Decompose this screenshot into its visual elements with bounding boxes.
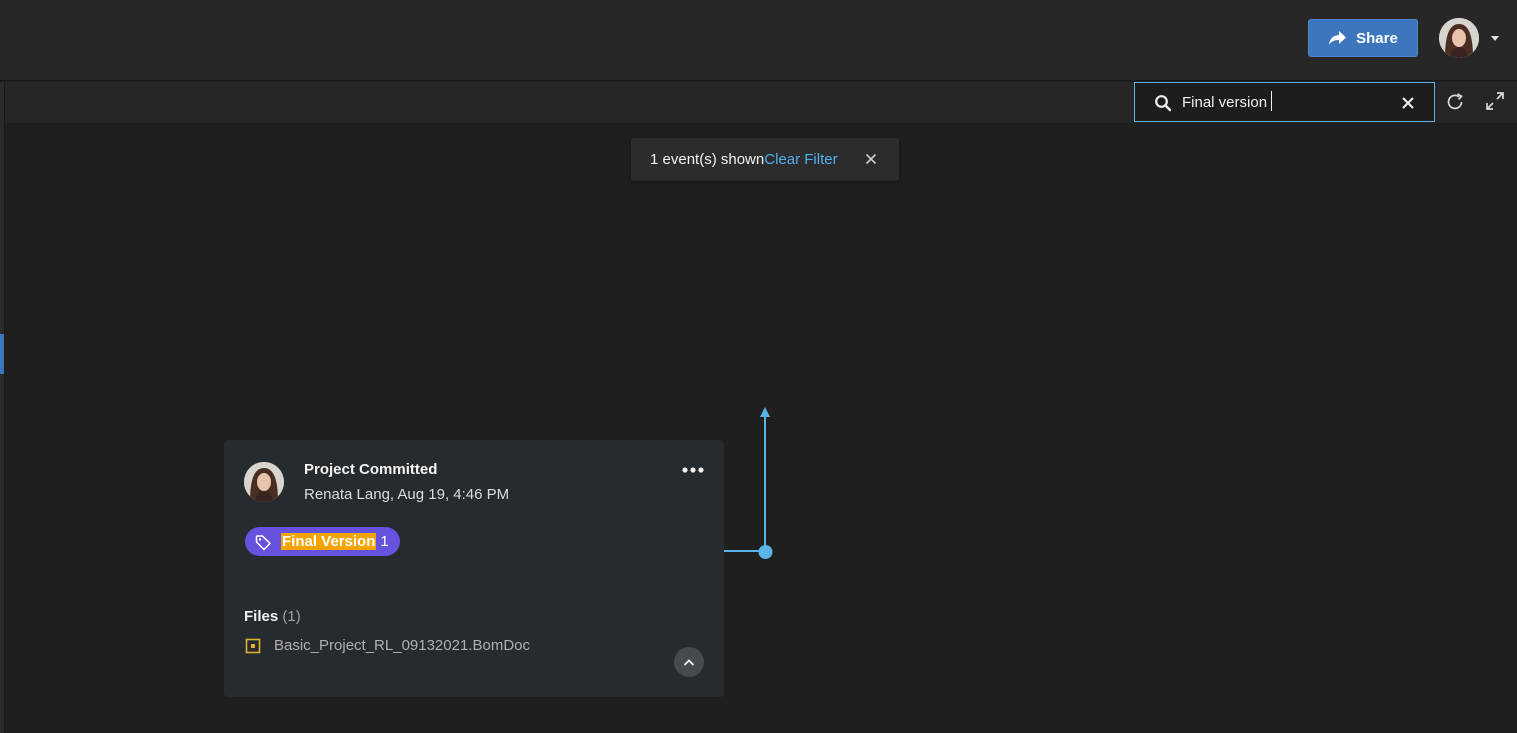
event-count-text: 1 event(s) shown	[650, 151, 765, 168]
filter-toast: 1 event(s) shown Clear Filter	[631, 138, 899, 181]
search-field[interactable]	[1134, 82, 1435, 122]
share-button[interactable]: Share	[1308, 19, 1418, 57]
file-name: Basic_Project_RL_09132021.BomDoc	[274, 637, 530, 654]
clear-filter-link[interactable]: Clear Filter	[764, 151, 837, 168]
file-item[interactable]: Basic_Project_RL_09132021.BomDoc	[245, 637, 530, 654]
more-dots-icon[interactable]	[682, 466, 704, 474]
event-title: Project Committed	[304, 461, 438, 478]
files-label: Files	[244, 608, 279, 625]
search-icon	[1155, 95, 1172, 112]
close-icon[interactable]	[865, 153, 877, 165]
avatar-image	[244, 462, 284, 502]
rail-active-marker	[0, 334, 4, 374]
timeline-connector	[724, 407, 773, 559]
event-meta: Renata Lang, Aug 19, 4:46 PM	[304, 486, 510, 503]
tag-number: 1	[380, 533, 389, 550]
avatar-image	[1439, 18, 1479, 58]
tag-icon	[255, 534, 271, 550]
tag-highlight-text: Final Version	[281, 533, 377, 550]
refresh-icon[interactable]	[1444, 91, 1466, 113]
chevron-down-icon[interactable]	[1489, 33, 1501, 43]
left-rail	[0, 82, 5, 733]
text-cursor	[1271, 91, 1272, 111]
top-bar: Share	[0, 0, 1517, 81]
share-label: Share	[1356, 29, 1398, 47]
files-count: (1)	[282, 608, 301, 625]
event-card: Project Committed Renata Lang, Aug 19, 4…	[224, 440, 724, 697]
share-arrow-icon	[1329, 31, 1347, 45]
timeline-node	[758, 545, 773, 559]
close-icon[interactable]	[1401, 96, 1415, 110]
user-avatar[interactable]	[1439, 18, 1479, 58]
collapse-button[interactable]	[674, 647, 704, 677]
search-input[interactable]	[1182, 91, 1392, 113]
expand-icon[interactable]	[1484, 90, 1506, 112]
chevron-up-icon	[684, 659, 694, 666]
file-icon	[245, 638, 261, 653]
author-avatar	[244, 462, 284, 502]
files-heading: Files (1)	[244, 608, 301, 625]
version-tag[interactable]: Final Version 1	[245, 527, 400, 556]
timeline-arrow-icon	[760, 407, 770, 417]
